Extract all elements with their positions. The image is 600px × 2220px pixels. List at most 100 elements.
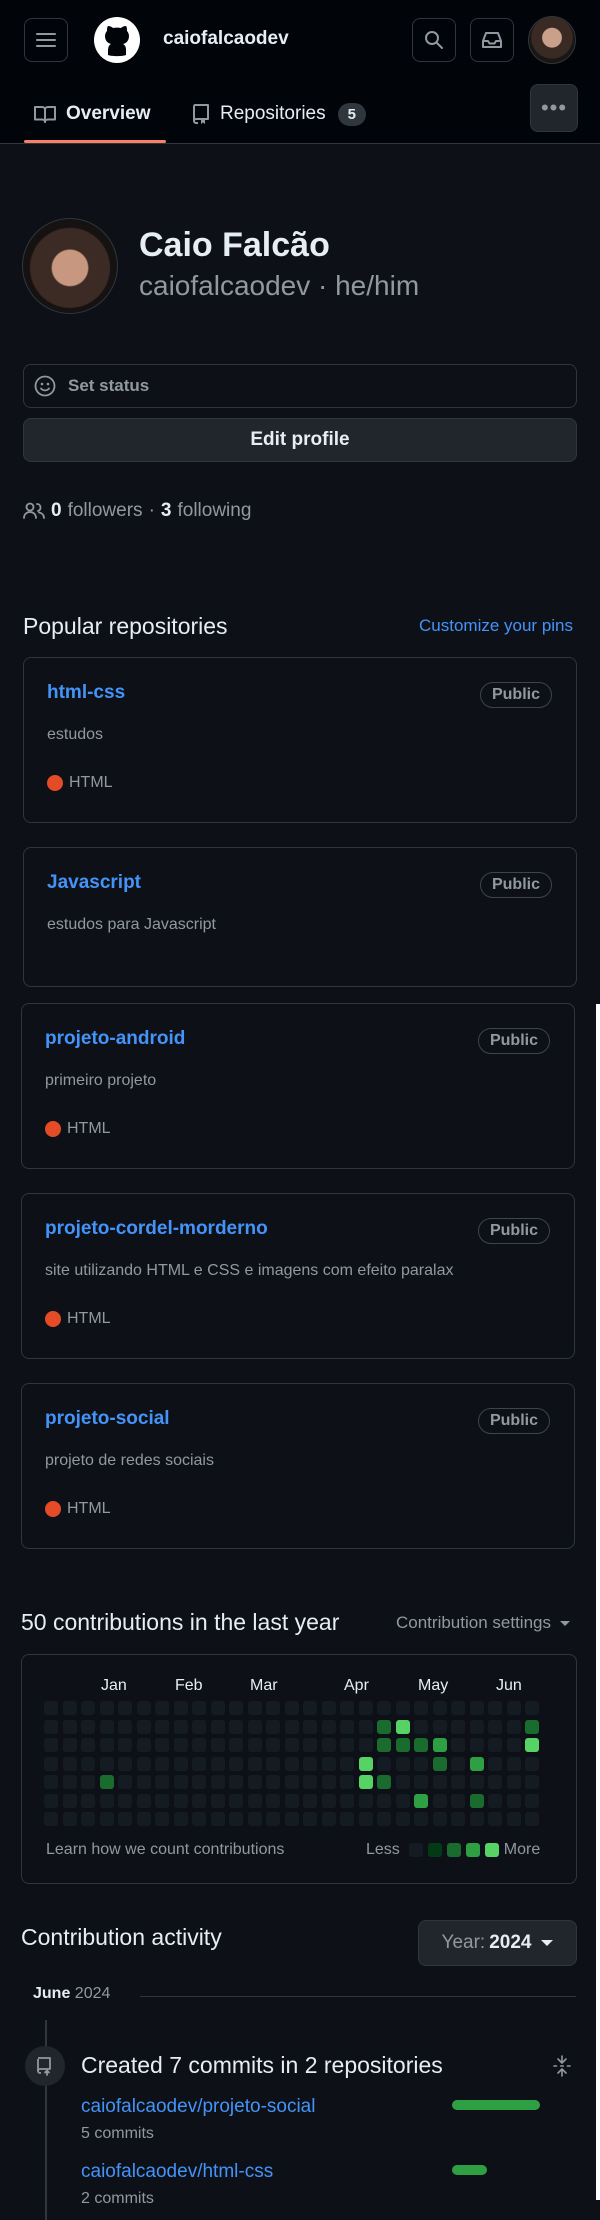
more-options-button[interactable]: ••• (530, 84, 578, 132)
contribution-day-cell[interactable] (63, 1720, 77, 1734)
contribution-day-cell[interactable] (266, 1701, 280, 1715)
contribution-day-cell[interactable] (100, 1775, 114, 1789)
contribution-day-cell[interactable] (396, 1720, 410, 1734)
contribution-day-cell[interactable] (507, 1757, 521, 1771)
contribution-day-cell[interactable] (118, 1812, 132, 1826)
activity-repo-link[interactable]: caiofalcaodev/html-css (81, 2161, 273, 2183)
contribution-day-cell[interactable] (192, 1775, 206, 1789)
contribution-day-cell[interactable] (174, 1738, 188, 1752)
contribution-day-cell[interactable] (322, 1701, 336, 1715)
contribution-day-cell[interactable] (192, 1701, 206, 1715)
contribution-day-cell[interactable] (63, 1775, 77, 1789)
contribution-day-cell[interactable] (118, 1701, 132, 1715)
contribution-day-cell[interactable] (100, 1720, 114, 1734)
contribution-day-cell[interactable] (248, 1720, 262, 1734)
contribution-day-cell[interactable] (377, 1701, 391, 1715)
contribution-day-cell[interactable] (303, 1812, 317, 1826)
contribution-day-cell[interactable] (44, 1757, 58, 1771)
contribution-day-cell[interactable] (377, 1812, 391, 1826)
github-logo-icon[interactable] (94, 17, 140, 63)
activity-commit-count[interactable]: 5 commits (81, 2125, 154, 2143)
contribution-day-cell[interactable] (137, 1701, 151, 1715)
contribution-day-cell[interactable] (396, 1775, 410, 1789)
contribution-day-cell[interactable] (100, 1757, 114, 1771)
edit-profile-button[interactable]: Edit profile (23, 418, 577, 462)
contribution-day-cell[interactable] (396, 1701, 410, 1715)
contribution-day-cell[interactable] (414, 1812, 428, 1826)
contribution-day-cell[interactable] (137, 1720, 151, 1734)
contribution-day-cell[interactable] (229, 1757, 243, 1771)
contribution-day-cell[interactable] (470, 1775, 484, 1789)
contribution-day-cell[interactable] (507, 1794, 521, 1808)
contribution-day-cell[interactable] (118, 1757, 132, 1771)
contribution-day-cell[interactable] (451, 1701, 465, 1715)
contribution-day-cell[interactable] (303, 1794, 317, 1808)
contribution-day-cell[interactable] (285, 1812, 299, 1826)
contribution-day-cell[interactable] (229, 1794, 243, 1808)
contribution-day-cell[interactable] (248, 1757, 262, 1771)
contribution-day-cell[interactable] (470, 1812, 484, 1826)
contribution-day-cell[interactable] (322, 1812, 336, 1826)
contribution-day-cell[interactable] (248, 1794, 262, 1808)
contribution-day-cell[interactable] (211, 1720, 225, 1734)
contribution-day-cell[interactable] (100, 1812, 114, 1826)
contribution-day-cell[interactable] (488, 1701, 502, 1715)
contribution-day-cell[interactable] (81, 1812, 95, 1826)
contribution-day-cell[interactable] (303, 1775, 317, 1789)
contribution-day-cell[interactable] (507, 1701, 521, 1715)
contribution-day-cell[interactable] (174, 1701, 188, 1715)
contribution-day-cell[interactable] (414, 1757, 428, 1771)
contribution-day-cell[interactable] (174, 1812, 188, 1826)
following-count[interactable]: 3 (161, 500, 172, 522)
contribution-day-cell[interactable] (285, 1794, 299, 1808)
contribution-day-cell[interactable] (63, 1757, 77, 1771)
contribution-day-cell[interactable] (63, 1812, 77, 1826)
contribution-day-cell[interactable] (359, 1812, 373, 1826)
contribution-day-cell[interactable] (322, 1775, 336, 1789)
contribution-day-cell[interactable] (137, 1738, 151, 1752)
contribution-day-cell[interactable] (396, 1738, 410, 1752)
contribution-day-cell[interactable] (118, 1775, 132, 1789)
contribution-day-cell[interactable] (359, 1720, 373, 1734)
contribution-day-cell[interactable] (433, 1720, 447, 1734)
contribution-day-cell[interactable] (322, 1720, 336, 1734)
contribution-day-cell[interactable] (470, 1794, 484, 1808)
contribution-day-cell[interactable] (155, 1794, 169, 1808)
repo-link[interactable]: projeto-social (45, 1408, 170, 1430)
contribution-day-cell[interactable] (81, 1757, 95, 1771)
contribution-day-cell[interactable] (488, 1720, 502, 1734)
contribution-day-cell[interactable] (44, 1720, 58, 1734)
contribution-day-cell[interactable] (451, 1812, 465, 1826)
contribution-day-cell[interactable] (81, 1775, 95, 1789)
contribution-day-cell[interactable] (359, 1701, 373, 1715)
header-username[interactable]: caiofalcaodev (163, 28, 289, 50)
contribution-day-cell[interactable] (44, 1701, 58, 1715)
contribution-day-cell[interactable] (377, 1794, 391, 1808)
user-avatar-menu[interactable] (528, 16, 576, 64)
contribution-day-cell[interactable] (63, 1738, 77, 1752)
contribution-day-cell[interactable] (451, 1757, 465, 1771)
contribution-day-cell[interactable] (488, 1794, 502, 1808)
contribution-day-cell[interactable] (340, 1757, 354, 1771)
contribution-day-cell[interactable] (81, 1794, 95, 1808)
contribution-day-cell[interactable] (414, 1794, 428, 1808)
contribution-day-cell[interactable] (525, 1775, 539, 1789)
profile-avatar[interactable] (22, 218, 118, 314)
contribution-day-cell[interactable] (525, 1720, 539, 1734)
fold-icon[interactable] (552, 2055, 572, 2077)
contribution-day-cell[interactable] (340, 1720, 354, 1734)
contribution-day-cell[interactable] (44, 1812, 58, 1826)
contribution-day-cell[interactable] (359, 1794, 373, 1808)
contribution-day-cell[interactable] (174, 1720, 188, 1734)
contribution-day-cell[interactable] (470, 1720, 484, 1734)
contribution-day-cell[interactable] (211, 1701, 225, 1715)
contribution-day-cell[interactable] (155, 1757, 169, 1771)
followers-count[interactable]: 0 (51, 500, 62, 522)
contribution-day-cell[interactable] (63, 1701, 77, 1715)
contribution-day-cell[interactable] (470, 1757, 484, 1771)
contribution-day-cell[interactable] (137, 1775, 151, 1789)
contribution-day-cell[interactable] (118, 1720, 132, 1734)
contribution-day-cell[interactable] (285, 1720, 299, 1734)
contribution-day-cell[interactable] (118, 1794, 132, 1808)
contribution-day-cell[interactable] (211, 1738, 225, 1752)
